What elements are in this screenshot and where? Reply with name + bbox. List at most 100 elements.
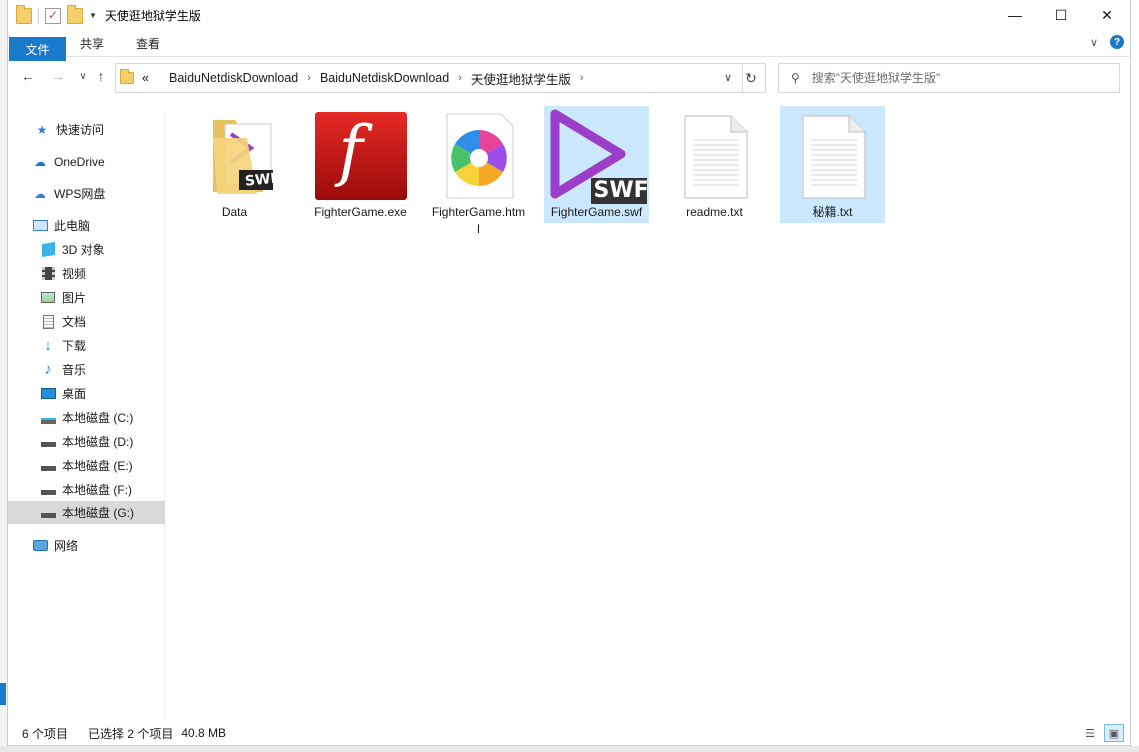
window-title: 天使逛地狱学生版 (104, 9, 201, 23)
tab-file[interactable]: 文件 (9, 37, 66, 61)
flash-glyph: f (338, 112, 363, 189)
sidebar-item-label: 文档 (62, 315, 87, 329)
file-item-cheats-txt[interactable]: 秘籍.txt (780, 106, 885, 223)
drive-icon (40, 411, 56, 425)
expand-ribbon-chevron-icon[interactable]: ∨ (1090, 36, 1098, 49)
refresh-button[interactable]: ↻ (737, 63, 766, 93)
sidebar-item-label: 本地磁盘 (E:) (62, 459, 133, 473)
sidebar-item-drive-d[interactable]: 本地磁盘 (D:) (8, 430, 165, 453)
file-name: readme.txt (686, 205, 743, 219)
browser-pinwheel-icon (429, 108, 529, 204)
selection-size: 40.8 MB (181, 726, 227, 740)
maximize-button[interactable]: ☐ (1038, 0, 1084, 30)
customize-toolbar-chevron-icon[interactable]: ▼ (89, 11, 97, 20)
selection-count: 已选择 2 个项目 (88, 726, 174, 741)
desktop-icon (40, 387, 56, 401)
sidebar-item-label: 网络 (54, 539, 79, 553)
sidebar-item-quick-access[interactable]: ★ 快速访问 (8, 118, 165, 141)
background-window-strip (0, 0, 7, 752)
text-file-icon (665, 108, 765, 204)
recent-locations-chevron-icon[interactable]: ∨ (73, 71, 93, 82)
breadcrumb-separator-icon[interactable]: › (580, 72, 584, 84)
search-box[interactable]: ⚲ (778, 63, 1120, 93)
ribbon-tabs: 文件 主页 共享 查看 ∨ ? (8, 31, 1130, 61)
file-item-fightergame-html[interactable]: FighterGame.html (426, 106, 531, 240)
quick-access-toolbar: ▼ (16, 4, 105, 24)
sidebar-item-3d-objects[interactable]: 3D 对象 (8, 238, 165, 261)
address-bar[interactable]: « BaiduNetdiskDownload › BaiduNetdiskDow… (115, 63, 743, 93)
document-icon (40, 314, 56, 329)
large-icons-view-icon[interactable]: ▣ (1104, 724, 1124, 742)
sidebar-item-label: 此电脑 (54, 219, 91, 233)
file-name: FighterGame.html (431, 205, 526, 236)
background-accent (0, 683, 6, 705)
folder-thumbnail-icon: SWF (185, 108, 285, 204)
up-arrow-icon[interactable]: ↑ (91, 68, 111, 84)
address-history-chevron-icon[interactable]: ∨ (724, 71, 732, 84)
status-bar: 6 个项目 已选择 2 个项目 40.8 MB ☰ ▣ (8, 722, 1130, 744)
sidebar-item-drive-e[interactable]: 本地磁盘 (E:) (8, 454, 165, 477)
sidebar-item-videos[interactable]: 视频 (8, 262, 165, 285)
properties-icon[interactable] (45, 7, 61, 24)
sidebar-item-label: 本地磁盘 (D:) (62, 435, 134, 449)
tab-share[interactable]: 共享 (64, 32, 120, 56)
window-controls: — ☐ ✕ (992, 0, 1130, 30)
minimize-button[interactable]: — (992, 0, 1038, 30)
drive-icon (40, 506, 56, 520)
close-button[interactable]: ✕ (1084, 0, 1130, 30)
ribbon-right: ∨ ? (1090, 35, 1124, 49)
sidebar-item-desktop[interactable]: 桌面 (8, 382, 165, 405)
drive-icon (40, 483, 56, 497)
navigation-pane: ★ 快速访问 ☁ OneDrive ☁ WPS网盘 此电脑 3D 对象 视频 图… (8, 110, 165, 720)
file-item-fightergame-exe[interactable]: f FighterGame.exe (308, 106, 413, 223)
sidebar-item-onedrive[interactable]: ☁ OneDrive (8, 150, 165, 173)
sidebar-item-drive-g[interactable]: 本地磁盘 (G:) (8, 501, 165, 524)
help-icon[interactable]: ? (1110, 35, 1124, 49)
sidebar-item-downloads[interactable]: ↓ 下载 (8, 334, 165, 357)
file-item-readme-txt[interactable]: readme.txt (662, 106, 767, 223)
search-icon: ⚲ (791, 71, 800, 85)
sidebar-item-documents[interactable]: 文档 (8, 310, 165, 333)
details-view-icon[interactable]: ☰ (1080, 724, 1100, 742)
swf-badge: SWF (593, 178, 649, 203)
file-item-fightergame-swf[interactable]: SWF FighterGame.swf (544, 106, 649, 223)
film-icon (40, 267, 56, 281)
breadcrumb-separator-icon[interactable]: › (307, 72, 311, 84)
file-list: SWF Data f FighterGame.exe FighterGame.h… (166, 100, 1130, 710)
address-overflow-icon[interactable]: « (142, 71, 149, 85)
background-bottom-strip (0, 746, 1139, 752)
toolbar-divider (38, 7, 39, 24)
back-arrow-icon[interactable]: ← (18, 68, 38, 84)
sidebar-item-label: 音乐 (62, 363, 87, 377)
sidebar-item-drive-c[interactable]: 本地磁盘 (C:) (8, 406, 165, 429)
sidebar-item-wps-cloud[interactable]: ☁ WPS网盘 (8, 182, 165, 205)
file-name: FighterGame.swf (550, 205, 643, 219)
forward-arrow-icon[interactable]: → (48, 68, 68, 84)
sidebar-item-pictures[interactable]: 图片 (8, 286, 165, 309)
sidebar-item-drive-f[interactable]: 本地磁盘 (F:) (8, 478, 165, 501)
network-icon (32, 539, 48, 553)
sidebar-item-label: 3D 对象 (62, 243, 105, 257)
view-toggle: ☰ ▣ (1076, 724, 1124, 742)
breadcrumb-item[interactable]: BaiduNetdiskDownload (169, 71, 298, 85)
file-explorer-window: ▼ 天使逛地狱学生版 — ☐ ✕ 文件 主页 共享 查看 ∨ ? ← → ∨ ↑… (7, 0, 1131, 746)
file-name: Data (221, 205, 248, 219)
tab-view[interactable]: 查看 (120, 32, 176, 56)
breadcrumb-item[interactable]: BaiduNetdiskDownload (320, 71, 449, 85)
search-input[interactable] (811, 71, 1102, 85)
breadcrumb-separator-icon[interactable]: › (458, 72, 462, 84)
cloud-outline-icon: ☁ (34, 186, 46, 201)
sidebar-item-music[interactable]: ♪ 音乐 (8, 358, 165, 381)
sidebar-item-label: 桌面 (62, 387, 87, 401)
sidebar-item-label: WPS网盘 (54, 187, 106, 201)
download-arrow-icon: ↓ (44, 337, 52, 354)
file-name: FighterGame.exe (314, 205, 407, 219)
sidebar-item-this-pc[interactable]: 此电脑 (8, 214, 165, 237)
file-item-data-folder[interactable]: SWF Data (182, 106, 287, 223)
sidebar-item-label: 本地磁盘 (F:) (62, 483, 132, 497)
sidebar-item-network[interactable]: 网络 (8, 534, 165, 557)
computer-icon (32, 219, 48, 233)
new-folder-icon[interactable] (67, 4, 83, 24)
breadcrumb-item[interactable]: 天使逛地狱学生版 (471, 69, 571, 88)
sidebar-item-label: OneDrive (54, 154, 105, 169)
